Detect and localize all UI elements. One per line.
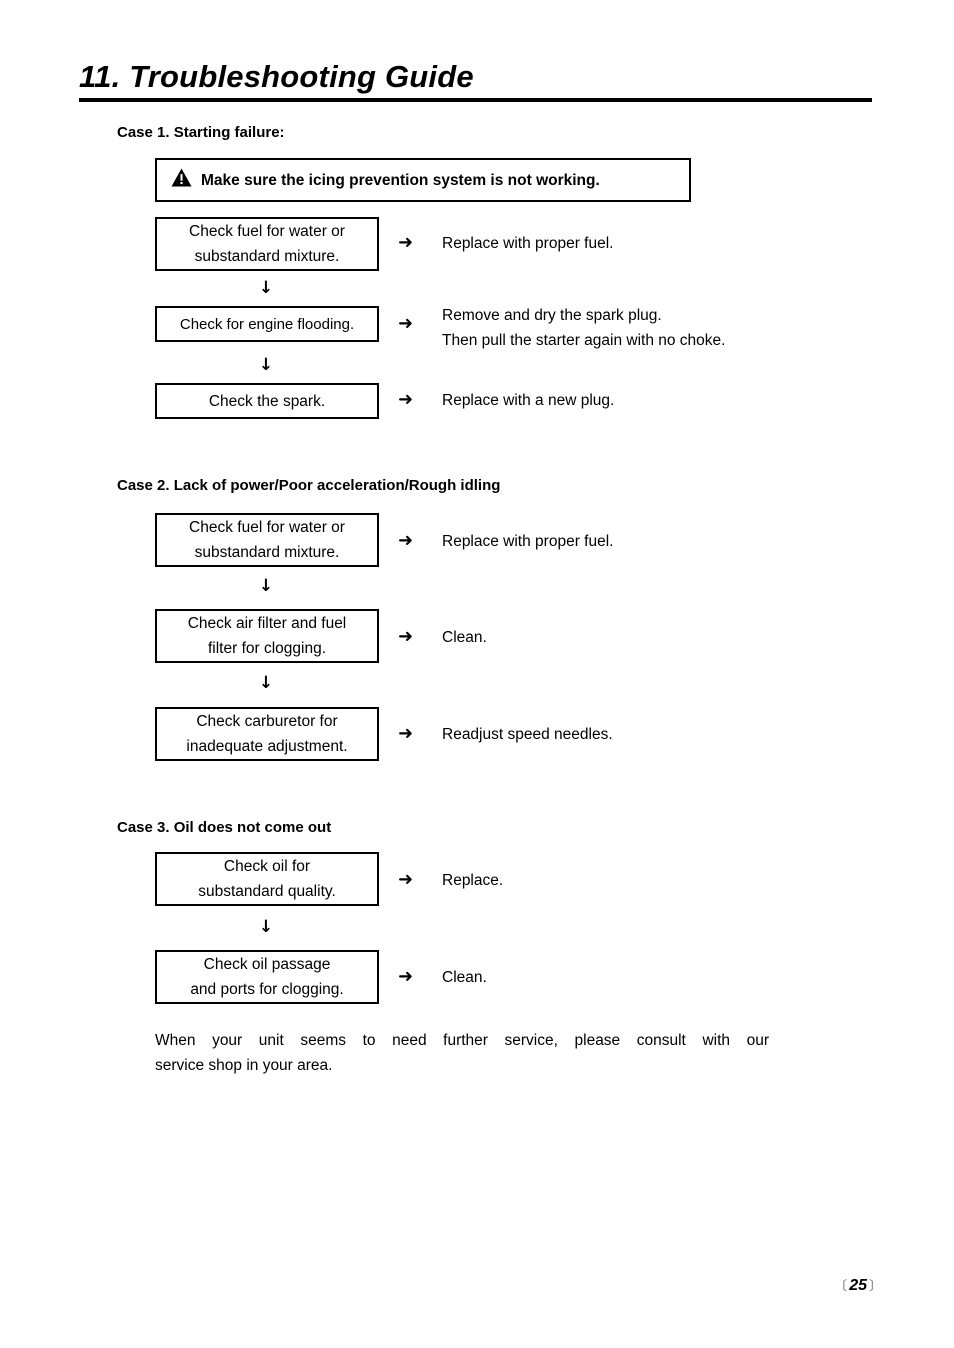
warning-triangle-icon bbox=[171, 168, 192, 192]
flow-box-oil-passage: Check oil passage and ports for clogging… bbox=[155, 950, 379, 1004]
case-heading-3: Case 3. Oil does not come out bbox=[117, 819, 332, 836]
closing-paragraph: When your unit seems to need further ser… bbox=[155, 1028, 769, 1078]
down-arrow-icon: ↓ bbox=[258, 355, 274, 375]
flow-box-air-fuel-filter: Check air filter and fuel filter for clo… bbox=[155, 609, 379, 663]
right-arrow-icon: ➜ bbox=[398, 626, 414, 647]
flow-box-line: substandard mixture. bbox=[194, 544, 340, 561]
flow-box-check-oil-quality: Check oil for substandard quality. bbox=[155, 852, 379, 906]
flow-box-line: Check carburetor for bbox=[196, 713, 338, 730]
result-line: Clean. bbox=[442, 969, 487, 986]
result-line: Replace. bbox=[442, 872, 504, 889]
bracket-right: 〕 bbox=[868, 1279, 882, 1294]
result-text-2-3: Readjust speed needles. bbox=[442, 722, 613, 747]
right-arrow-icon: ➜ bbox=[398, 530, 414, 551]
case-heading-2: Case 2. Lack of power/Poor acceleration/… bbox=[117, 477, 501, 494]
flow-box-engine-flooding: Check for engine flooding. bbox=[155, 306, 379, 342]
closing-line-2: service shop in your area. bbox=[155, 1057, 333, 1074]
right-arrow-icon: ➜ bbox=[398, 232, 414, 253]
result-line: Clean. bbox=[442, 629, 487, 646]
flow-box-line: Check air filter and fuel bbox=[187, 615, 347, 632]
flow-box-line: Check fuel for water or bbox=[189, 519, 345, 536]
page-title: 11. Troubleshooting Guide bbox=[79, 59, 474, 94]
result-line: Readjust speed needles. bbox=[442, 726, 613, 743]
result-line: Replace with proper fuel. bbox=[442, 533, 614, 550]
right-arrow-icon: ➜ bbox=[398, 869, 414, 890]
result-text-1-3: Replace with a new plug. bbox=[442, 388, 614, 413]
down-arrow-icon: ↓ bbox=[258, 576, 274, 596]
result-line: Replace with proper fuel. bbox=[442, 235, 614, 252]
down-arrow-icon: ↓ bbox=[258, 278, 274, 298]
title-divider bbox=[79, 98, 872, 102]
page-number: 25 bbox=[849, 1277, 867, 1294]
case-heading-1: Case 1. Starting failure: bbox=[117, 124, 285, 141]
flow-box-line: substandard mixture. bbox=[194, 248, 340, 265]
bracket-left: 〔 bbox=[834, 1279, 848, 1294]
down-arrow-icon: ↓ bbox=[258, 673, 274, 693]
flow-box-line: and ports for clogging. bbox=[190, 981, 344, 998]
result-text-3-2: Clean. bbox=[442, 965, 487, 990]
flow-box-check-spark: Check the spark. bbox=[155, 383, 379, 419]
right-arrow-icon: ➜ bbox=[398, 966, 414, 987]
flow-box-line: inadequate adjustment. bbox=[186, 738, 348, 755]
result-text-2-2: Clean. bbox=[442, 625, 487, 650]
page-number-group: 〔 25 〕 bbox=[834, 1277, 882, 1296]
flow-box-check-fuel-2: Check fuel for water or substandard mixt… bbox=[155, 513, 379, 567]
result-text-1-1: Replace with proper fuel. bbox=[442, 231, 613, 256]
warning-banner: Make sure the icing prevention system is… bbox=[155, 158, 691, 202]
flow-box-carburetor: Check carburetor for inadequate adjustme… bbox=[155, 707, 379, 761]
result-line: Replace with a new plug. bbox=[442, 392, 615, 409]
flow-box-line: filter for clogging. bbox=[207, 640, 327, 657]
flow-box-line: Check oil passage bbox=[203, 956, 331, 973]
flow-box-line: Check fuel for water or bbox=[189, 223, 345, 240]
page-title-block: 11. Troubleshooting Guide bbox=[79, 57, 872, 102]
flow-box-check-fuel-1: Check fuel for water or substandard mixt… bbox=[155, 217, 379, 271]
result-text-1-2: Remove and dry the spark plug. Then pull… bbox=[442, 303, 725, 353]
result-text-2-1: Replace with proper fuel. bbox=[442, 529, 613, 554]
flow-box-line: Check the spark. bbox=[208, 392, 326, 410]
right-arrow-icon: ➜ bbox=[398, 313, 414, 334]
result-line: Then pull the starter again with no chok… bbox=[442, 332, 726, 349]
flow-box-line: Check for engine flooding. bbox=[179, 315, 355, 333]
document-page: 11. Troubleshooting Guide Case 1. Starti… bbox=[0, 0, 954, 1348]
warning-text: Make sure the icing prevention system is… bbox=[201, 171, 600, 189]
flow-box-line: substandard quality. bbox=[198, 883, 336, 900]
result-line: Remove and dry the spark plug. bbox=[442, 307, 662, 324]
closing-line-1: When your unit seems to need further ser… bbox=[155, 1032, 769, 1049]
right-arrow-icon: ➜ bbox=[398, 723, 414, 744]
result-text-3-1: Replace. bbox=[442, 868, 503, 893]
right-arrow-icon: ➜ bbox=[398, 389, 414, 410]
flow-box-line: Check oil for bbox=[223, 858, 311, 875]
down-arrow-icon: ↓ bbox=[258, 917, 274, 937]
